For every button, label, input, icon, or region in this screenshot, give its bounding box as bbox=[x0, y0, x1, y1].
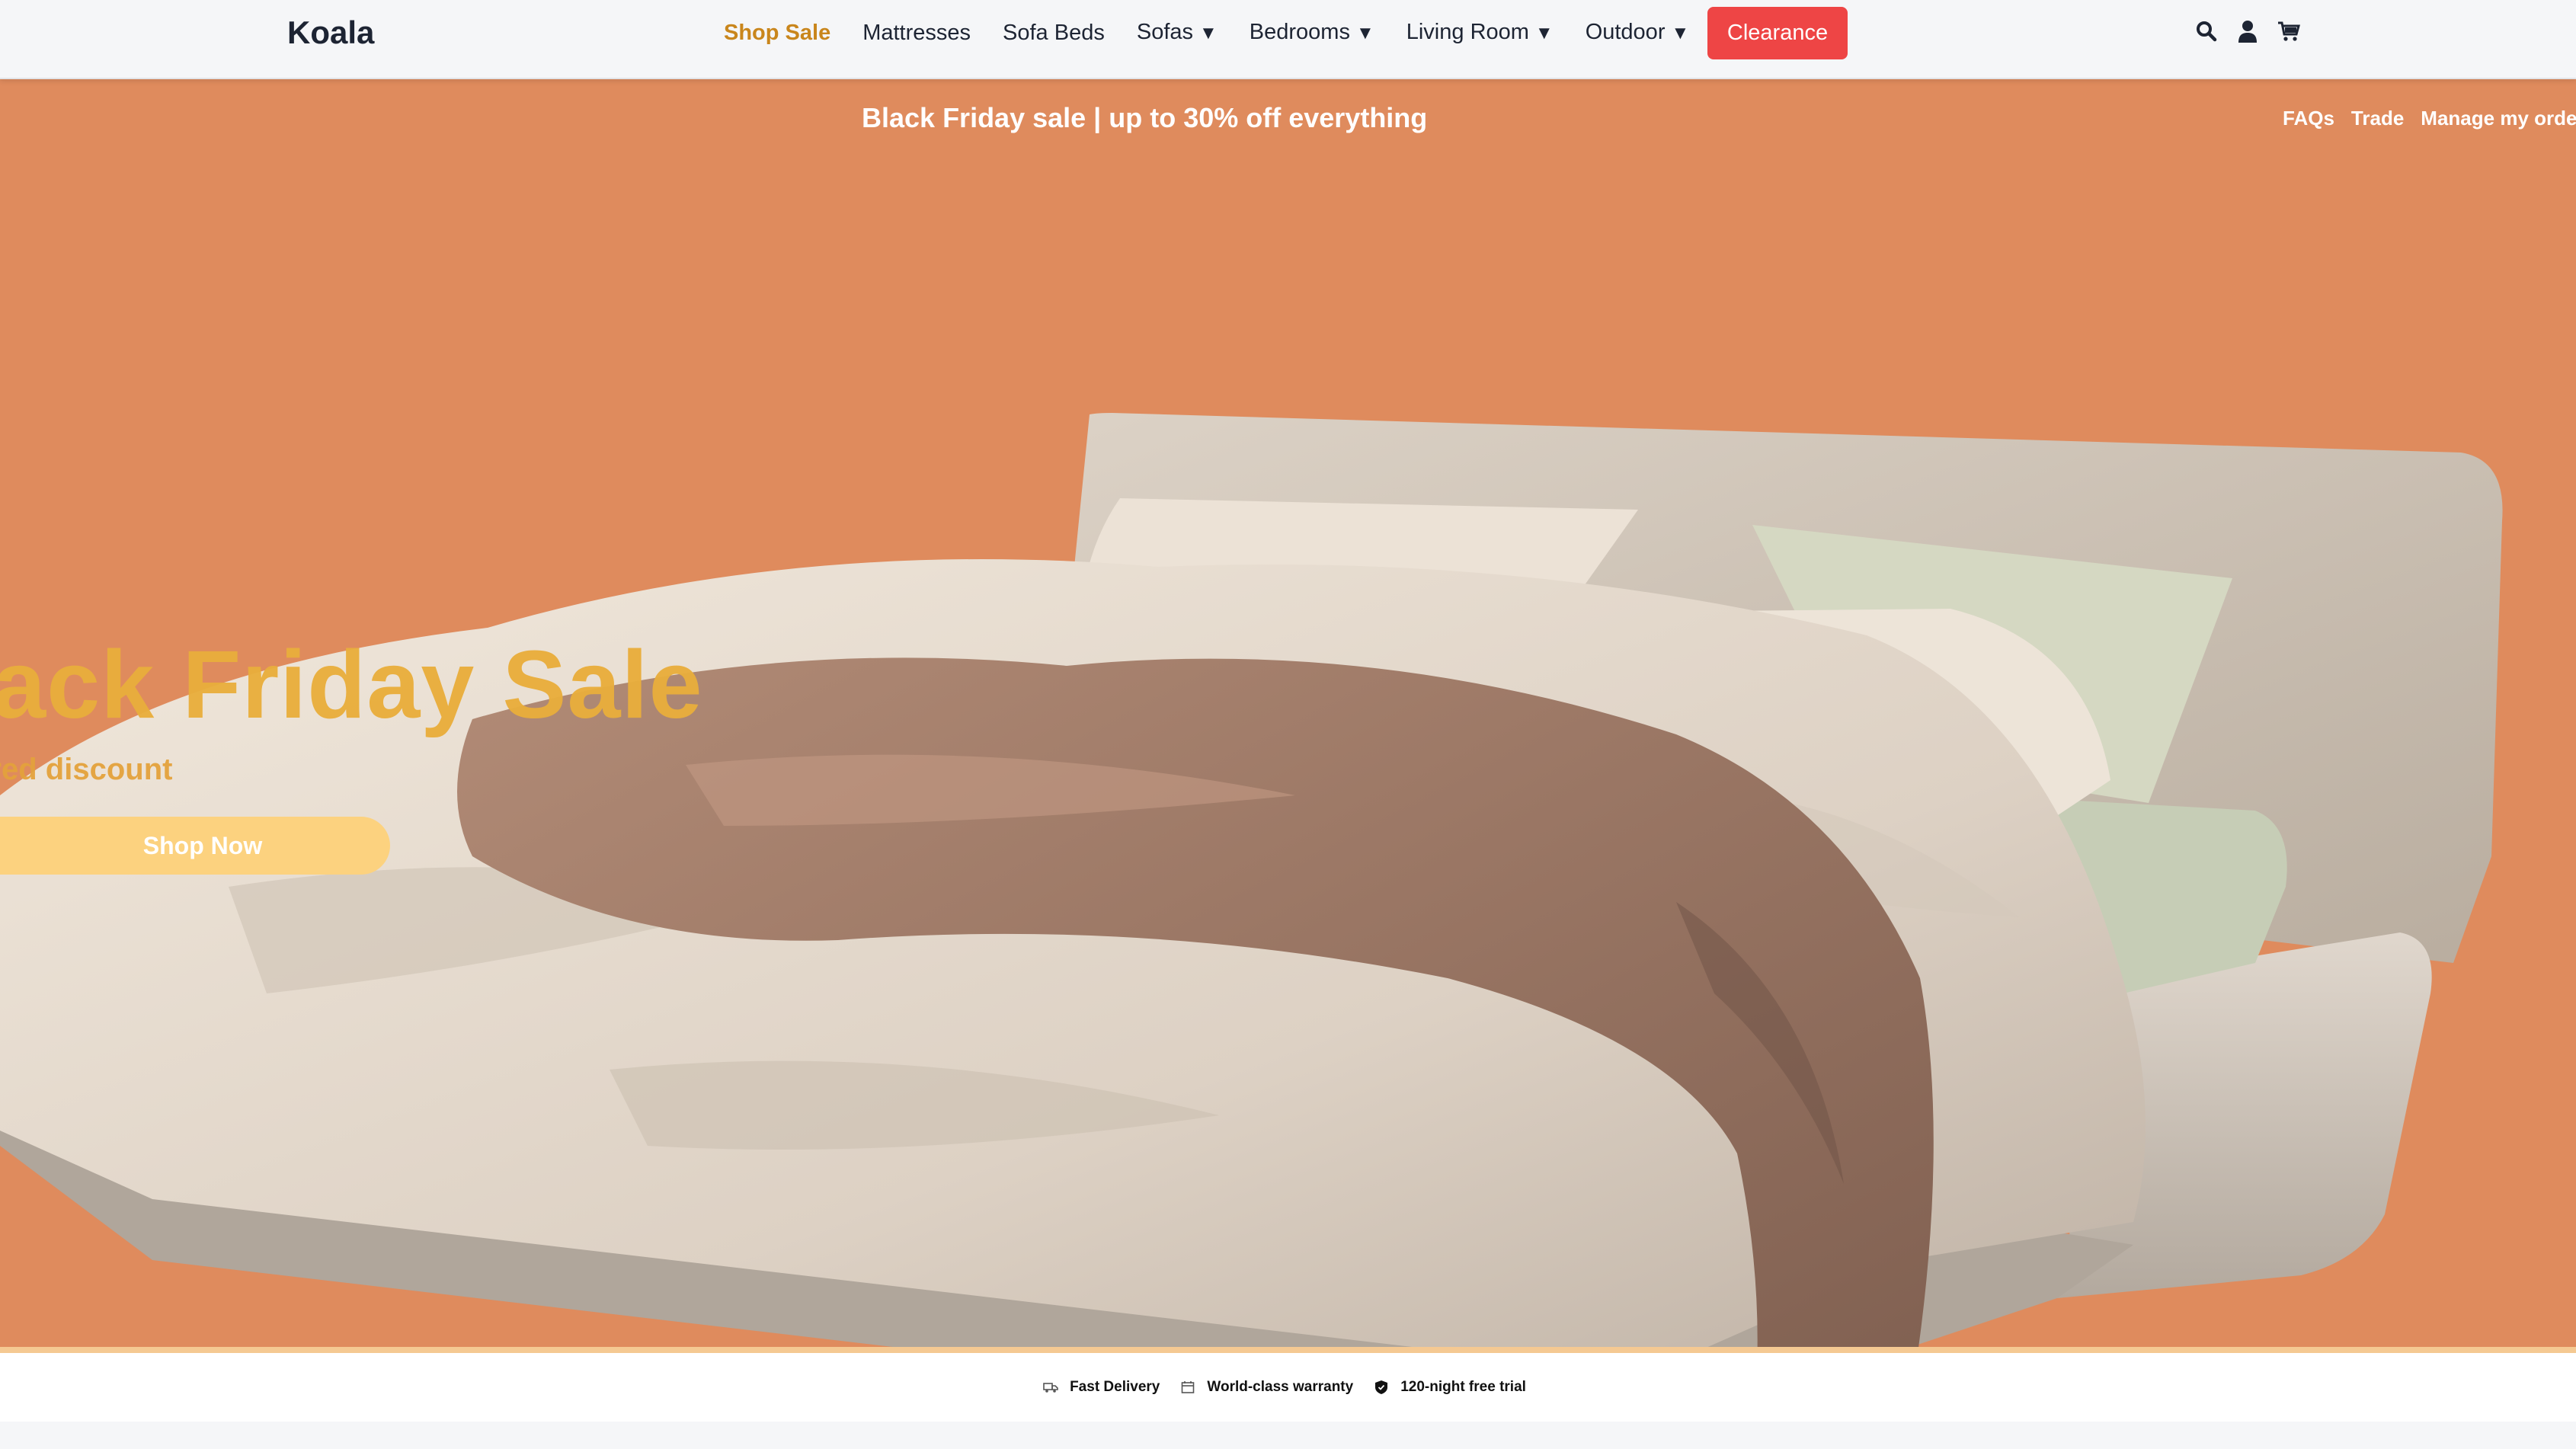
nav-outdoor[interactable]: Outdoor ▼ bbox=[1586, 17, 1690, 49]
utility-links: FAQs Trade Manage my order bbox=[2283, 107, 2576, 130]
nav-sofa-beds[interactable]: Sofa Beds bbox=[1003, 18, 1105, 48]
shop-now-button[interactable]: Shop Now bbox=[0, 817, 390, 875]
caret-down-icon: ▼ bbox=[1355, 23, 1374, 43]
shield-icon bbox=[1373, 1379, 1390, 1396]
feature-label: 120-night free trial bbox=[1400, 1379, 1526, 1395]
hero-subtitle: ured discount bbox=[0, 753, 173, 786]
site-header: Koala Shop Sale Mattresses Sofa Beds Sof… bbox=[0, 0, 2576, 79]
feature-label: Fast Delivery bbox=[1070, 1379, 1160, 1395]
caret-down-icon: ▼ bbox=[1534, 23, 1554, 43]
trade-link[interactable]: Trade bbox=[2351, 107, 2404, 130]
nav-bedrooms[interactable]: Bedrooms ▼ bbox=[1250, 17, 1374, 49]
cart-icon[interactable] bbox=[2277, 18, 2301, 44]
main-nav: Shop Sale Mattresses Sofa Beds Sofas ▼ Be… bbox=[724, 0, 1721, 66]
header-icons bbox=[2194, 18, 2301, 44]
hero-banner: Black Friday sale | up to 30% off everyt… bbox=[0, 79, 2576, 1351]
logo[interactable]: Koala bbox=[287, 12, 374, 53]
page: Koala Shop Sale Mattresses Sofa Beds Sof… bbox=[0, 0, 2576, 1449]
manage-order-link[interactable]: Manage my order bbox=[2421, 107, 2576, 130]
hero-title: lack Friday Sale bbox=[0, 631, 703, 738]
user-icon[interactable] bbox=[2235, 18, 2260, 44]
feature-label: World-class warranty bbox=[1207, 1379, 1354, 1395]
truck-icon bbox=[1042, 1379, 1059, 1396]
feature-free-trial: 120-night free trial bbox=[1373, 1379, 1526, 1396]
feature-fast-delivery: Fast Delivery bbox=[1042, 1379, 1160, 1396]
nav-living-room[interactable]: Living Room ▼ bbox=[1406, 17, 1554, 49]
clearance-button[interactable]: Clearance bbox=[1707, 7, 1848, 59]
feature-warranty: World-class warranty bbox=[1179, 1379, 1353, 1396]
nav-sofas[interactable]: Sofas ▼ bbox=[1137, 17, 1218, 49]
nav-shop-sale[interactable]: Shop Sale bbox=[724, 18, 830, 48]
nav-mattresses[interactable]: Mattresses bbox=[862, 18, 971, 48]
caret-down-icon: ▼ bbox=[1199, 23, 1218, 43]
search-icon[interactable] bbox=[2194, 18, 2219, 44]
hero-divider bbox=[0, 1347, 2576, 1353]
calendar-icon bbox=[1179, 1379, 1196, 1396]
faqs-link[interactable]: FAQs bbox=[2283, 107, 2334, 130]
promo-text: Black Friday sale | up to 30% off everyt… bbox=[862, 102, 1428, 133]
features-strip: Fast Delivery World-class warranty 120-n… bbox=[0, 1353, 2576, 1422]
caret-down-icon: ▼ bbox=[1671, 23, 1690, 43]
